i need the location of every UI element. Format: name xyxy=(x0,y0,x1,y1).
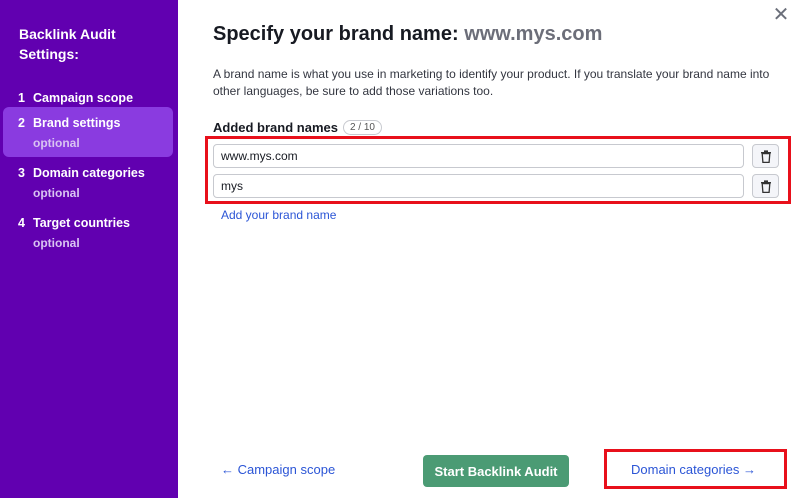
trash-icon xyxy=(760,179,771,193)
count-badge: 2 / 10 xyxy=(342,120,382,135)
next-domain-categories-link[interactable]: Domain categories → xyxy=(631,462,756,477)
delete-brand-button[interactable] xyxy=(752,174,779,198)
back-campaign-scope-link[interactable]: ← Campaign scope xyxy=(221,462,335,477)
step-target-countries[interactable]: 4 Target countries optional xyxy=(3,207,173,257)
page-title-prefix: Specify your brand name: xyxy=(213,23,459,45)
step-label: Domain categories xyxy=(33,166,145,180)
sidebar-title: Backlink Audit Settings: xyxy=(19,26,116,62)
step-label: Brand settings xyxy=(33,116,121,130)
add-brand-name-link[interactable]: Add your brand name xyxy=(221,208,336,222)
page-title-domain: www.mys.com xyxy=(464,23,603,45)
step-optional-label: optional xyxy=(33,136,80,150)
step-domain-categories[interactable]: 3 Domain categories optional xyxy=(3,157,173,207)
step-number: 3 xyxy=(18,166,25,180)
step-number: 2 xyxy=(18,116,25,130)
brand-name-row xyxy=(213,144,779,168)
delete-brand-button[interactable] xyxy=(752,144,779,168)
start-backlink-audit-button[interactable]: Start Backlink Audit xyxy=(423,455,569,487)
page-title: Specify your brand name: www.mys.com xyxy=(213,23,602,46)
step-optional-label: optional xyxy=(33,186,80,200)
close-icon[interactable]: ✕ xyxy=(772,5,790,25)
brand-name-input[interactable] xyxy=(213,144,744,168)
sidebar: Backlink Audit Settings: 1 Campaign scop… xyxy=(0,0,178,498)
trash-icon xyxy=(760,149,771,163)
brand-name-row xyxy=(213,174,779,198)
step-number: 1 xyxy=(18,91,25,105)
step-optional-label: optional xyxy=(33,236,80,250)
added-brand-names-title: Added brand names xyxy=(213,120,338,135)
step-brand-settings[interactable]: 2 Brand settings optional xyxy=(3,107,173,157)
description-text: A brand name is what you use in marketin… xyxy=(213,67,770,98)
step-label: Target countries xyxy=(33,216,131,230)
step-label: Campaign scope xyxy=(33,91,134,105)
brand-name-input[interactable] xyxy=(213,174,744,198)
step-number: 4 xyxy=(18,216,25,230)
added-brand-names-label: Added brand names 2 / 10 xyxy=(213,120,382,135)
